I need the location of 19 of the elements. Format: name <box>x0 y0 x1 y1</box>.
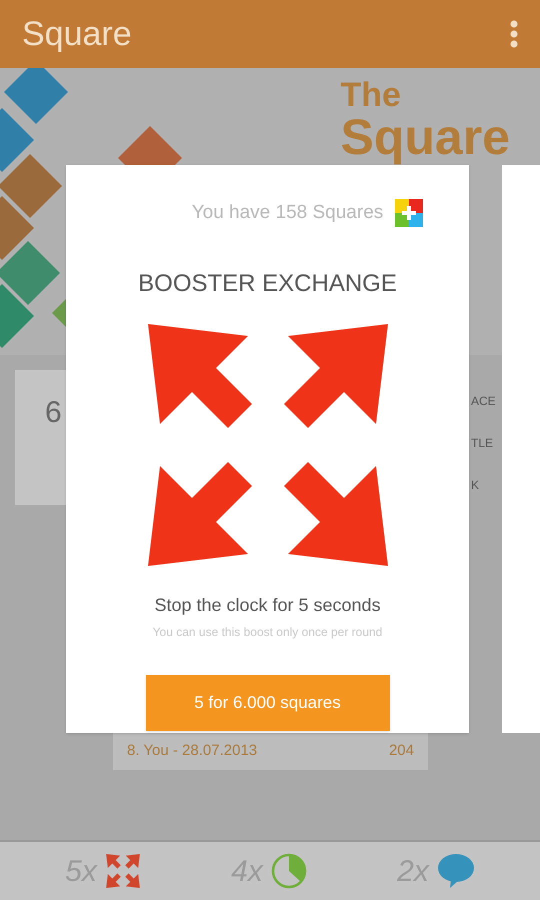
side-label: TLE <box>471 435 494 452</box>
logo-word: The <box>340 78 402 112</box>
app-title: Square <box>22 14 132 54</box>
score-value: 6 <box>45 396 62 429</box>
expand-arrows-icon <box>104 854 141 888</box>
side-label: ACE <box>471 393 496 410</box>
dialog-title: BOOSTER EXCHANGE <box>138 268 397 298</box>
clock-icon <box>270 853 307 889</box>
booster-description: Stop the clock for 5 seconds <box>154 594 381 617</box>
expand-arrows-icon <box>148 324 388 566</box>
leaderboard-entry: 8. You - 28.07.2013 <box>127 740 258 760</box>
buy-button[interactable]: 5 for 6.000 squares <box>146 674 390 730</box>
speech-bubble-icon <box>436 853 475 889</box>
side-label: K <box>471 477 480 494</box>
add-squares-icon[interactable] <box>395 199 424 228</box>
balance-text: You have 158 Squares <box>192 201 384 225</box>
leaderboard-score: 204 <box>388 740 414 760</box>
overflow-menu-icon[interactable] <box>510 20 518 48</box>
logo-word: Square <box>340 112 510 162</box>
